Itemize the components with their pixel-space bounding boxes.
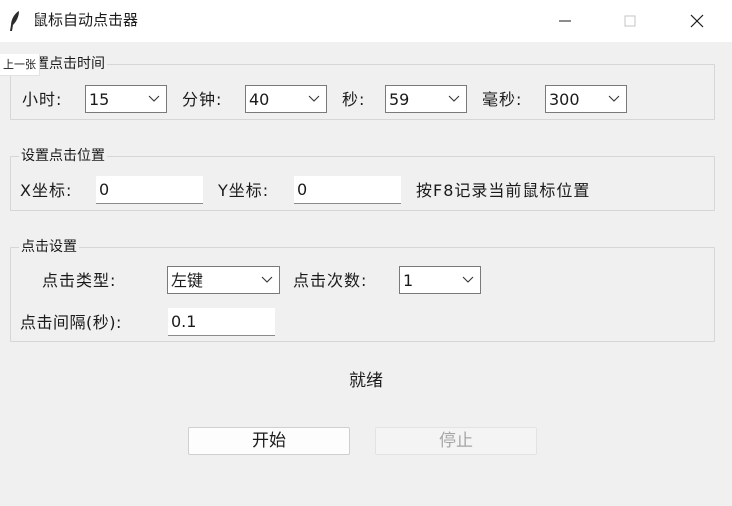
click-interval-value: 0.1 (171, 312, 197, 331)
stop-button[interactable]: 停止 (375, 427, 537, 455)
click-group-title: 点击设置 (19, 238, 79, 256)
hour-value: 15 (89, 90, 110, 109)
maximize-icon (624, 15, 636, 27)
hour-label: 小时: (22, 90, 63, 109)
y-coordinate-value: 0 (297, 180, 308, 199)
click-type-value: 左键 (171, 271, 204, 290)
click-type-label: 点击类型: (42, 271, 117, 290)
second-value: 59 (389, 90, 410, 109)
close-button[interactable] (674, 0, 720, 42)
click-interval-label: 点击间隔(秒): (20, 313, 122, 332)
chevron-down-icon (448, 95, 460, 102)
minimize-button[interactable] (542, 0, 588, 42)
minute-value: 40 (249, 90, 270, 109)
chevron-down-icon (462, 276, 474, 283)
close-icon (690, 14, 704, 28)
click-count-combobox[interactable]: 1 (399, 266, 481, 294)
maximize-button[interactable] (607, 0, 653, 42)
chevron-down-icon (148, 95, 160, 102)
minute-label: 分钟: (182, 90, 223, 109)
ms-combobox[interactable]: 300 (545, 85, 627, 113)
start-button[interactable]: 开始 (188, 427, 350, 455)
minute-combobox[interactable]: 40 (245, 85, 327, 113)
click-count-label: 点击次数: (293, 271, 368, 290)
y-coordinate-label: Y坐标: (218, 181, 270, 200)
ms-label: 毫秒: (482, 90, 523, 109)
second-label: 秒: (342, 90, 366, 109)
chevron-down-icon (308, 95, 320, 102)
chevron-down-icon (261, 276, 273, 283)
click-interval-input[interactable]: 0.1 (168, 308, 275, 336)
window-title: 鼠标自动点击器 (33, 11, 139, 29)
click-type-combobox[interactable]: 左键 (167, 266, 280, 294)
x-coordinate-value: 0 (99, 180, 110, 199)
title-bar[interactable]: 鼠标自动点击器 (0, 0, 732, 42)
tooltip: 上一张 (0, 54, 40, 76)
hour-combobox[interactable]: 15 (85, 85, 167, 113)
y-coordinate-input[interactable]: 0 (294, 176, 401, 204)
second-combobox[interactable]: 59 (385, 85, 467, 113)
ms-value: 300 (549, 90, 580, 109)
x-coordinate-label: X坐标: (20, 181, 73, 200)
status-label: 就绪 (349, 371, 383, 391)
minimize-icon (559, 20, 571, 22)
feather-icon (10, 11, 19, 31)
click-count-value: 1 (403, 271, 414, 290)
position-group-title: 设置点击位置 (19, 147, 107, 165)
record-position-hint: 按F8记录当前鼠标位置 (416, 181, 591, 200)
x-coordinate-input[interactable]: 0 (96, 176, 203, 204)
chevron-down-icon (608, 95, 620, 102)
